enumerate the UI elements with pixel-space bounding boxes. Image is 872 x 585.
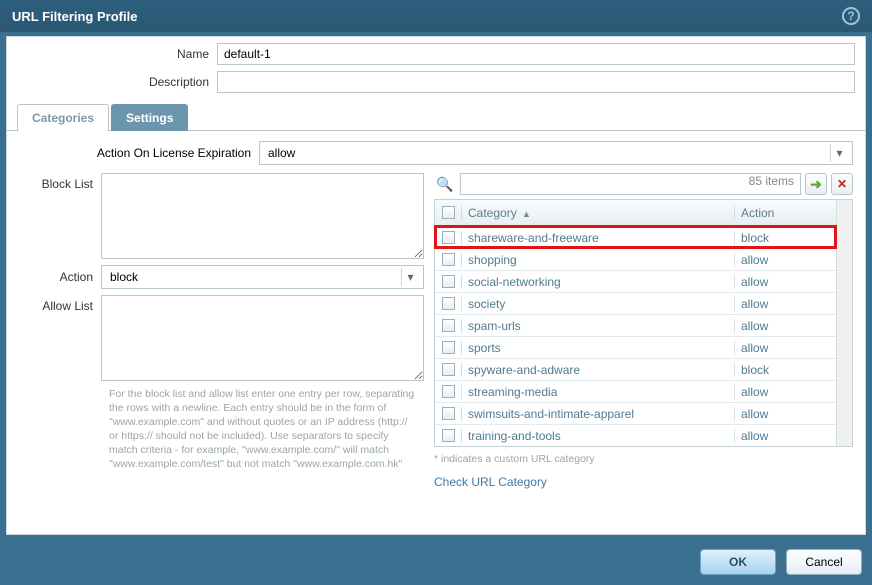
block-list-label: Block List xyxy=(19,173,101,259)
table-row[interactable]: shoppingallow xyxy=(435,248,836,270)
dialog-footer: OK Cancel xyxy=(700,549,862,575)
table-row[interactable]: societyallow xyxy=(435,292,836,314)
action-cell: block xyxy=(734,231,836,245)
category-grid: Category ▲ Action shareware-and-freeware… xyxy=(434,199,853,447)
row-checkbox[interactable] xyxy=(442,407,455,420)
apply-filter-button[interactable]: ➜ xyxy=(805,173,827,195)
row-checkbox[interactable] xyxy=(442,275,455,288)
right-column: 🔍 85 items ➜ ✕ xyxy=(434,173,853,489)
tab-strip: Categories Settings xyxy=(7,103,865,131)
column-header-action[interactable]: Action xyxy=(734,206,836,220)
category-cell: sports xyxy=(461,341,734,355)
table-row[interactable]: spyware-and-adwareblock xyxy=(435,358,836,380)
items-count: 85 items xyxy=(749,174,794,188)
row-checkbox[interactable] xyxy=(442,319,455,332)
action-cell: allow xyxy=(734,275,836,289)
help-icon[interactable]: ? xyxy=(842,7,860,25)
category-cell: social-networking xyxy=(461,275,734,289)
table-row[interactable]: shareware-and-freewareblock xyxy=(435,226,836,248)
category-cell: streaming-media xyxy=(461,385,734,399)
grid-header: Category ▲ Action xyxy=(435,200,836,226)
row-checkbox[interactable] xyxy=(442,385,455,398)
grid-body: shareware-and-freewareblockshoppingallow… xyxy=(435,226,836,446)
action-cell: allow xyxy=(734,297,836,311)
table-row[interactable]: spam-urlsallow xyxy=(435,314,836,336)
scrollbar[interactable] xyxy=(836,200,852,446)
title-bar: URL Filtering Profile ? xyxy=(0,0,872,32)
action-cell: allow xyxy=(734,407,836,421)
select-all-checkbox[interactable] xyxy=(442,206,455,219)
chevron-down-icon: ▾ xyxy=(830,144,848,162)
action-cell: allow xyxy=(734,253,836,267)
chevron-down-icon: ▾ xyxy=(401,268,419,286)
help-text: For the block list and allow list enter … xyxy=(109,387,419,471)
left-column: Block List Action block ▾ Allow List xyxy=(19,173,424,489)
description-field[interactable] xyxy=(217,71,855,93)
action-cell: allow xyxy=(734,385,836,399)
tab-categories[interactable]: Categories xyxy=(17,104,109,131)
action-cell: block xyxy=(734,363,836,377)
arrow-right-icon: ➜ xyxy=(810,176,822,193)
table-row[interactable]: sportsallow xyxy=(435,336,836,358)
dialog-body: Name Description Categories Settings Act… xyxy=(6,36,866,535)
row-checkbox[interactable] xyxy=(442,231,455,244)
row-checkbox[interactable] xyxy=(442,297,455,310)
dialog-window: URL Filtering Profile ? Name Description… xyxy=(0,0,872,585)
name-field[interactable] xyxy=(217,43,855,65)
column-header-category-label: Category xyxy=(468,206,517,220)
license-expiration-select[interactable]: allow ▾ xyxy=(259,141,853,165)
tab-settings[interactable]: Settings xyxy=(111,104,188,131)
name-label: Name xyxy=(17,47,217,61)
action-label: Action xyxy=(19,270,101,284)
row-checkbox[interactable] xyxy=(442,341,455,354)
custom-category-footnote: * indicates a custom URL category xyxy=(434,453,853,465)
row-checkbox[interactable] xyxy=(442,363,455,376)
sort-asc-icon: ▲ xyxy=(522,209,531,219)
action-select[interactable]: block ▾ xyxy=(101,265,424,289)
row-checkbox[interactable] xyxy=(442,429,455,442)
category-cell: spam-urls xyxy=(461,319,734,333)
close-icon: ✕ xyxy=(837,177,847,191)
allow-list-label: Allow List xyxy=(19,295,101,381)
table-row[interactable]: social-networkingallow xyxy=(435,270,836,292)
search-field[interactable]: 85 items xyxy=(460,173,801,195)
settings-pane: Action On License Expiration allow ▾ Blo… xyxy=(7,131,865,499)
cancel-button[interactable]: Cancel xyxy=(786,549,862,575)
action-cell: allow xyxy=(734,341,836,355)
category-cell: shareware-and-freeware xyxy=(461,231,734,245)
column-header-category[interactable]: Category ▲ xyxy=(461,206,734,220)
category-cell: shopping xyxy=(461,253,734,267)
search-icon[interactable]: 🔍 xyxy=(434,173,456,195)
license-expiration-label: Action On License Expiration xyxy=(19,146,259,160)
category-cell: society xyxy=(461,297,734,311)
category-cell: swimsuits-and-intimate-apparel xyxy=(461,407,734,421)
ok-button[interactable]: OK xyxy=(700,549,776,575)
action-value: block xyxy=(110,270,138,284)
action-cell: allow xyxy=(734,429,836,443)
category-cell: training-and-tools xyxy=(461,429,734,443)
check-url-category-link[interactable]: Check URL Category xyxy=(434,475,547,489)
table-row[interactable]: streaming-mediaallow xyxy=(435,380,836,402)
grid-toolbar: 🔍 85 items ➜ ✕ xyxy=(434,173,853,195)
allow-list-textarea[interactable] xyxy=(101,295,424,381)
license-expiration-value: allow xyxy=(268,146,295,160)
action-cell: allow xyxy=(734,319,836,333)
block-list-textarea[interactable] xyxy=(101,173,424,259)
clear-filter-button[interactable]: ✕ xyxy=(831,173,853,195)
category-cell: spyware-and-adware xyxy=(461,363,734,377)
table-row[interactable]: swimsuits-and-intimate-apparelallow xyxy=(435,402,836,424)
table-row[interactable]: training-and-toolsallow xyxy=(435,424,836,446)
description-label: Description xyxy=(17,75,217,89)
row-checkbox[interactable] xyxy=(442,253,455,266)
dialog-title: URL Filtering Profile xyxy=(12,9,137,24)
